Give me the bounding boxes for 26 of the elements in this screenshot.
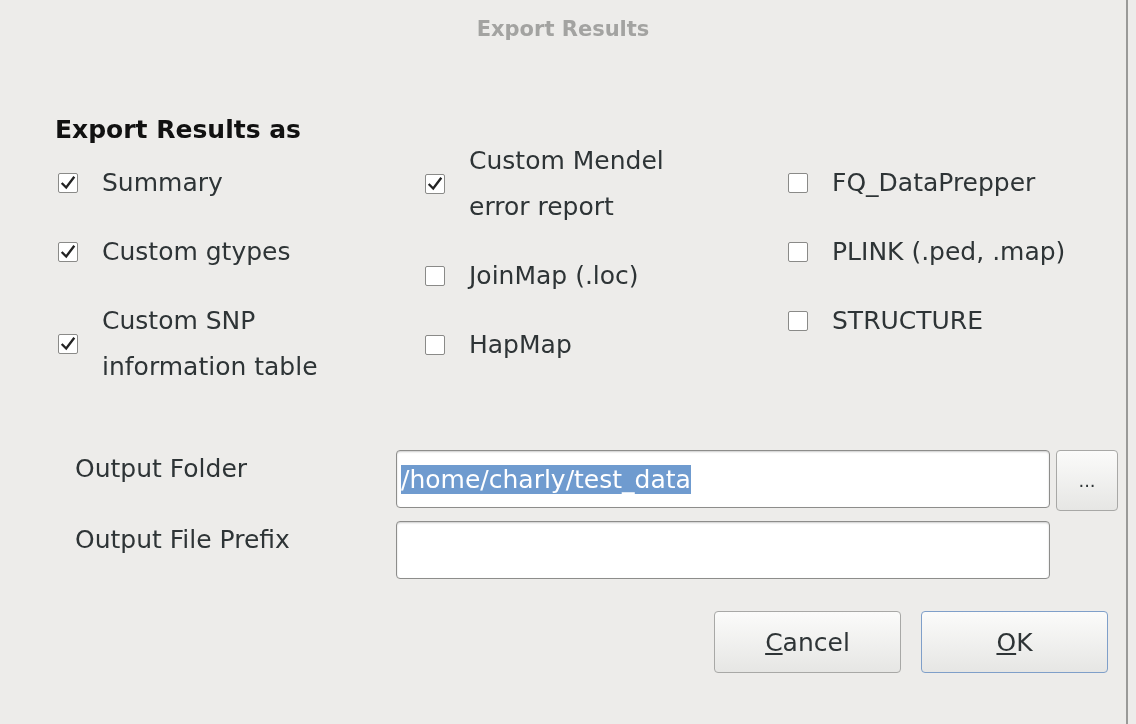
field-label: Output File Prefix bbox=[75, 524, 291, 554]
checkbox[interactable] bbox=[425, 174, 445, 194]
checkbox[interactable] bbox=[788, 311, 808, 331]
checkbox[interactable] bbox=[58, 173, 78, 193]
checkbox-option[interactable]: Summary bbox=[58, 160, 425, 206]
checkbox-option[interactable]: Custom gtypes bbox=[58, 229, 425, 275]
checkbox[interactable] bbox=[788, 242, 808, 262]
browse-button[interactable]: ... bbox=[1056, 450, 1118, 511]
checkbox-option[interactable]: HapMap bbox=[425, 322, 788, 368]
section-heading: Export Results as bbox=[55, 115, 302, 144]
checkbox[interactable] bbox=[58, 242, 78, 262]
checkbox[interactable] bbox=[425, 266, 445, 286]
checkbox-option[interactable]: Custom Mendel error report bbox=[425, 138, 788, 230]
checkbox-option[interactable]: Custom SNP information table bbox=[58, 298, 425, 390]
dialog-button[interactable]: Cancel bbox=[714, 611, 901, 673]
dialog-button[interactable]: OK bbox=[921, 611, 1108, 673]
output-file-prefix-field[interactable] bbox=[396, 521, 1050, 579]
field-label: Output Folder bbox=[75, 453, 249, 483]
checkbox-option[interactable]: STRUCTURE bbox=[788, 298, 1128, 344]
checkbox[interactable] bbox=[58, 334, 78, 354]
window-title: Export Results bbox=[475, 16, 651, 43]
checkbox-option[interactable]: JoinMap (.loc) bbox=[425, 253, 788, 299]
checkbox-option[interactable]: FQ_DataPrepper bbox=[788, 160, 1128, 206]
checkbox[interactable] bbox=[788, 173, 808, 193]
checkbox-option[interactable]: PLINK (.ped, .map) bbox=[788, 229, 1128, 275]
checkbox[interactable] bbox=[425, 335, 445, 355]
